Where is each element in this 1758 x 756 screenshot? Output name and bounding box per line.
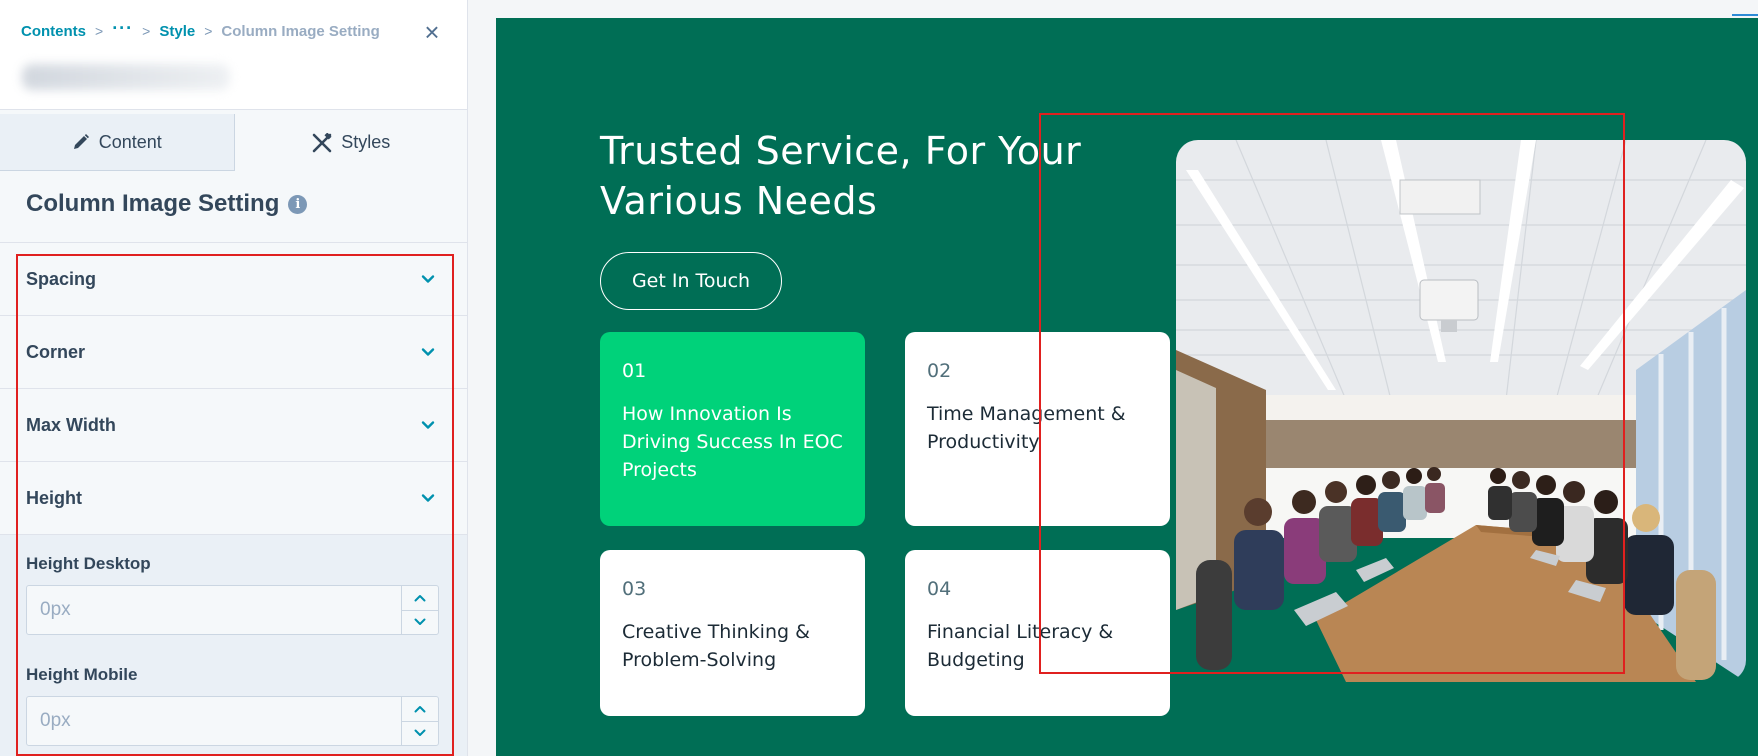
height-mobile-label: Height Mobile: [26, 665, 138, 684]
service-card-1[interactable]: 01 How Innovation Is Driving Success In …: [600, 332, 865, 526]
chevron-down-icon: [421, 348, 435, 356]
accordion-label: Max Width: [26, 414, 116, 435]
service-card-3[interactable]: 03 Creative Thinking & Problem-Solving: [600, 550, 865, 716]
increment-button[interactable]: [402, 697, 438, 721]
chevron-down-icon: [421, 275, 435, 283]
breadcrumb: Contents > ··· > Style > Column Image Se…: [21, 18, 380, 41]
section-title-text: Column Image Setting: [26, 190, 280, 217]
page-preview-canvas: Trusted Service, For Your Various Needs …: [468, 0, 1758, 756]
chevron-down-icon: [414, 729, 426, 737]
chevron-up-icon: [414, 594, 426, 602]
increment-button[interactable]: [402, 586, 438, 610]
close-icon[interactable]: ×: [420, 19, 444, 45]
style-editor-panel: Contents > ··· > Style > Column Image Se…: [0, 0, 468, 756]
chevron-down-icon: [414, 618, 426, 626]
panel-header: Contents > ··· > Style > Column Image Se…: [0, 0, 467, 110]
editor-tabs: Content Styles: [0, 114, 467, 171]
height-desktop-stepper: [401, 586, 438, 634]
card-number: 03: [622, 578, 647, 600]
height-mobile-stepper: [401, 697, 438, 745]
tab-styles[interactable]: Styles: [234, 114, 467, 171]
breadcrumb-separator: >: [95, 23, 104, 39]
accordion-height[interactable]: Height: [0, 462, 467, 535]
canvas-indicator: [1732, 14, 1758, 16]
style-accordion: Spacing Corner Max Width Height: [0, 243, 467, 535]
get-in-touch-button[interactable]: Get In Touch: [600, 252, 782, 310]
breadcrumb-current: Column Image Setting: [221, 22, 380, 40]
section-title: Column Image Setting i: [26, 190, 308, 218]
height-mobile-input[interactable]: [27, 697, 401, 745]
height-desktop-input-wrapper: [26, 585, 439, 635]
decrement-button[interactable]: [402, 609, 438, 635]
accordion-max-width[interactable]: Max Width: [0, 389, 467, 462]
brush-tools-icon: [312, 132, 332, 153]
height-mobile-input-wrapper: [26, 696, 439, 746]
blurred-module-name: [22, 64, 230, 90]
accordion-spacing[interactable]: Spacing: [0, 243, 467, 316]
accordion-corner[interactable]: Corner: [0, 316, 467, 389]
breadcrumb-more[interactable]: ···: [112, 18, 133, 39]
height-settings: Height Desktop Height Mobile: [0, 535, 467, 756]
info-icon[interactable]: i: [288, 194, 308, 214]
accordion-label: Spacing: [26, 268, 97, 289]
chevron-down-icon: [421, 421, 435, 429]
accordion-label: Corner: [26, 341, 86, 362]
highlight-box: [1039, 113, 1625, 674]
breadcrumb-separator: >: [204, 23, 213, 39]
pencil-icon: [72, 133, 90, 151]
blurred-module-name-fade: [230, 58, 385, 98]
tab-content-label: Content: [98, 131, 162, 152]
chevron-up-icon: [414, 705, 426, 713]
tab-styles-label: Styles: [341, 132, 391, 152]
height-desktop-input[interactable]: [27, 586, 401, 634]
decrement-button[interactable]: [402, 720, 438, 746]
accordion-label: Height: [26, 487, 82, 508]
breadcrumb-style[interactable]: Style: [159, 23, 195, 40]
card-title: How Innovation Is Driving Success In EOC…: [622, 403, 843, 481]
card-title: Creative Thinking & Problem-Solving: [622, 621, 810, 671]
tab-content[interactable]: Content: [0, 114, 235, 171]
breadcrumb-separator: >: [142, 23, 151, 39]
card-number: 01: [622, 360, 647, 382]
breadcrumb-contents[interactable]: Contents: [21, 23, 86, 40]
height-desktop-label: Height Desktop: [26, 554, 151, 573]
chevron-down-icon: [421, 494, 435, 502]
